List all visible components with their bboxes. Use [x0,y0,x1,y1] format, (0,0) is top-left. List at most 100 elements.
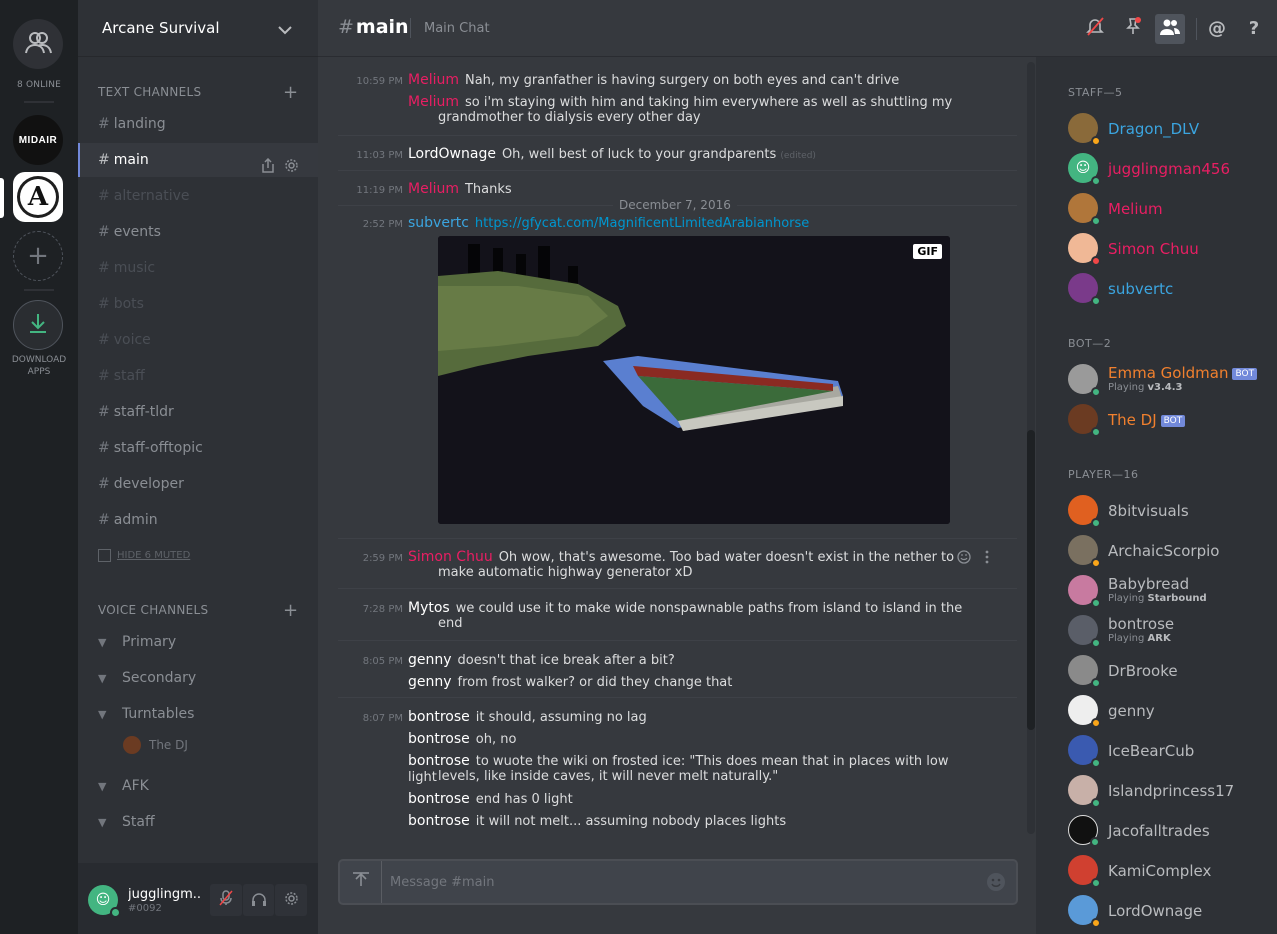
member-item[interactable]: Simon Chuu [1068,231,1268,266]
voice-channel-secondary[interactable]: ▼ Secondary [98,670,196,686]
member-name: Babybread [1108,575,1190,593]
timestamp: 8:05 PM [362,656,403,667]
member-item[interactable]: genny [1068,693,1268,728]
member-list-toggle[interactable] [1155,14,1185,44]
voice-channel-afk[interactable]: ▼ AFK [98,778,149,794]
member-item[interactable]: ArchaicScorpio [1068,533,1268,568]
add-reaction-icon[interactable] [957,549,971,568]
author-name[interactable]: Mytos [408,600,450,616]
scrollbar-thumb[interactable] [1027,430,1035,730]
author-name[interactable]: bontrose [408,791,470,807]
channel-landing[interactable]: # landing [78,107,318,141]
download-apps-button[interactable] [13,300,63,350]
author-name[interactable]: bontrose [408,813,470,829]
help-button[interactable]: ? [1242,16,1266,40]
voice-channel-primary[interactable]: ▼ Primary [98,634,176,650]
voice-channels-category[interactable]: VOICE CHANNELS [98,603,208,617]
mentions-button[interactable]: @ [1205,16,1229,40]
channel-staff[interactable]: # staff [78,359,318,393]
member-item[interactable]: IceBearCub [1068,733,1268,768]
member-item[interactable]: Islandprincess17 [1068,773,1268,808]
add-server-button[interactable]: + [13,231,63,281]
author-name[interactable]: subvertc [408,215,469,231]
message-input[interactable] [390,871,970,893]
mute-channel-button[interactable] [1083,16,1107,40]
username: jugglingm... [128,887,200,902]
author-name[interactable]: genny [408,652,452,668]
chat-scrollbar[interactable] [1027,62,1035,834]
member-name: Simon Chuu [1108,240,1199,258]
voice-channel-turntables[interactable]: ▼ Turntables [98,706,194,722]
avatar[interactable]: ☺ [88,885,121,918]
gif-embed[interactable]: GIF [438,236,950,524]
message-link[interactable]: https://gfycat.com/MagnificentLimitedAra… [475,216,809,231]
add-text-channel-icon[interactable]: + [283,84,298,102]
server-header[interactable]: Arcane Survival [78,0,318,57]
channel-main[interactable]: # main [78,143,318,177]
hide-muted-link[interactable]: HIDE 6 MUTED [98,549,190,562]
timestamp: 8:07 PM [362,713,403,724]
chat-header: # main Main Chat @ ? [318,0,1277,57]
upload-button[interactable] [340,861,382,903]
voice-user-the-dj[interactable]: The DJ [123,736,188,754]
member-item[interactable]: subvertc [1068,271,1268,306]
message-text: Thanks [464,182,512,197]
member-item[interactable]: LordOwnage [1068,893,1268,928]
member-item[interactable]: KamiComplex [1068,853,1268,888]
member-item[interactable]: DrBrooke [1068,653,1268,688]
author-name[interactable]: genny [408,674,452,690]
member-item[interactable]: Jacofalltrades [1068,813,1268,847]
message-group: 8:05 PM genny doesn't that ice break afte… [338,640,1017,697]
member-list: STAFF—5 Dragon_DLV ☺ jugglingman456 Meli… [1036,57,1277,934]
author-name[interactable]: Melium [408,181,459,197]
member-item[interactable]: 8bitvisuals [1068,493,1268,528]
author-name[interactable]: LordOwnage [408,146,496,162]
author-name[interactable]: Melium [408,72,459,88]
friends-home-button[interactable] [13,19,63,69]
text-channels-category[interactable]: TEXT CHANNELS [98,85,201,99]
author-name[interactable]: Simon Chuu [408,549,493,565]
status-online-icon [1091,678,1101,688]
channel-alternative[interactable]: # alternative [78,179,318,213]
channel-music[interactable]: # music [78,251,318,285]
at-sign-icon: @ [1208,17,1226,39]
mute-button[interactable] [210,884,242,916]
member-item[interactable]: The DJ BOT [1068,402,1268,437]
channel-developer[interactable]: # developer [78,467,318,501]
author-name[interactable]: bontrose [408,731,470,747]
author-name[interactable]: bontrose [408,753,470,769]
member-item[interactable]: Babybread Playing Starbound [1068,573,1268,608]
channel-events[interactable]: # events [78,215,318,249]
author-name[interactable]: Melium [408,94,459,110]
voice-channel-staff[interactable]: ▼ Staff [98,814,155,830]
add-voice-channel-icon[interactable]: + [283,602,298,620]
pinned-messages-button[interactable] [1121,16,1145,40]
channel-sidebar: Arcane Survival TEXT CHANNELS + # landing… [78,0,318,934]
channel-admin[interactable]: # admin [78,503,318,537]
member-item[interactable]: Emma Goldman BOT Playing v3.4.3 [1068,362,1268,397]
status-online-icon [1091,216,1101,226]
member-name: genny [1108,702,1155,720]
plus-icon: + [27,241,49,271]
headphones-icon [251,891,267,910]
channel-staff-offtopic[interactable]: # staff-offtopic [78,431,318,465]
avatar [1068,575,1101,608]
server-arcane-survival[interactable]: A [13,172,63,222]
member-item[interactable]: bontrose Playing ARK [1068,613,1268,648]
member-item[interactable]: ☺ jugglingman456 [1068,151,1268,186]
member-name: ArchaicScorpio [1108,542,1220,560]
message-list: 10:59 PM Melium Nah, my granfather is hav… [338,58,1017,838]
server-midair[interactable]: MIDAIR [13,115,63,165]
more-options-icon[interactable] [985,549,989,568]
muted-box-icon [98,549,111,562]
author-name[interactable]: bontrose [408,709,470,725]
channel-bots[interactable]: # bots [78,287,318,321]
user-settings-button[interactable] [275,884,308,916]
channel-voice[interactable]: # voice [78,323,318,357]
channel-staff-tldr[interactable]: # staff-tldr [78,395,318,429]
chevron-down-icon [278,20,292,39]
member-item[interactable]: Melium [1068,191,1268,226]
deafen-button[interactable] [242,884,275,916]
emoji-picker-icon[interactable] [986,872,1006,896]
member-item[interactable]: Dragon_DLV [1068,111,1268,146]
